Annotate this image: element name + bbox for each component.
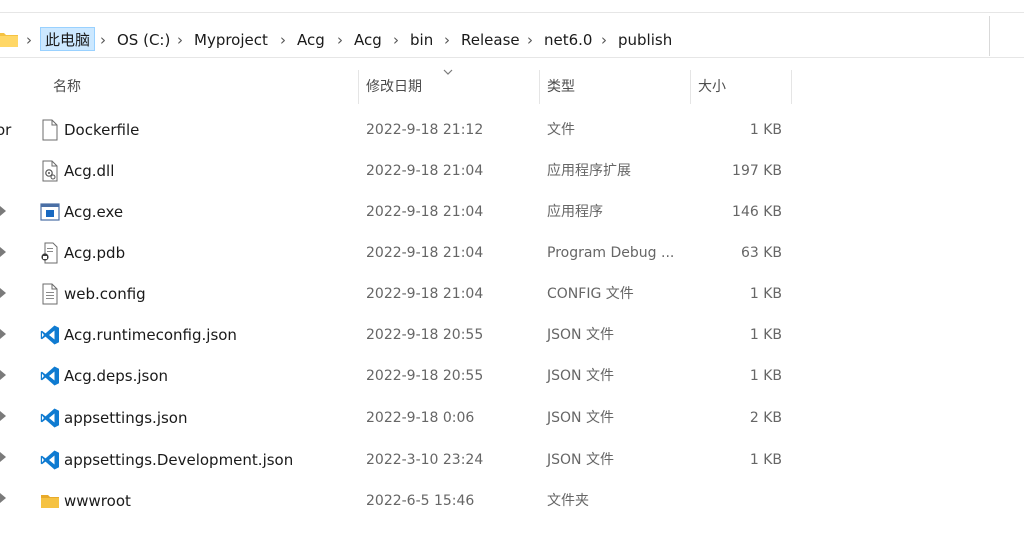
breadcrumb-separator[interactable]: › bbox=[601, 28, 607, 52]
column-divider[interactable] bbox=[791, 70, 792, 104]
file-size: 1 KB bbox=[749, 327, 782, 343]
vscode-json-icon bbox=[40, 408, 59, 428]
breadcrumb-item[interactable]: net6.0 bbox=[544, 28, 592, 52]
file-modified: 2022-9-18 20:55 bbox=[366, 327, 484, 343]
file-modified: 2022-9-18 20:55 bbox=[366, 368, 484, 384]
pin-icon bbox=[0, 452, 6, 462]
dll-file-icon bbox=[42, 160, 58, 182]
file-row[interactable]: wwwroot 2022-6-5 15:46 文件夹 bbox=[34, 480, 794, 520]
folder-icon bbox=[0, 33, 18, 47]
breadcrumb-item[interactable]: bin bbox=[410, 28, 433, 52]
vscode-json-icon bbox=[40, 325, 59, 345]
file-type: 应用程序扩展 bbox=[547, 163, 631, 179]
file-modified: 2022-9-18 21:04 bbox=[366, 204, 484, 220]
pin-icon bbox=[0, 370, 6, 380]
file-row[interactable]: web.config 2022-9-18 21:04 CONFIG 文件 1 K… bbox=[34, 273, 794, 313]
exe-file-icon bbox=[40, 203, 60, 221]
breadcrumb-item[interactable]: Myproject bbox=[194, 28, 268, 52]
file-name[interactable]: Acg.deps.json bbox=[64, 355, 168, 397]
file-row[interactable]: Acg.deps.json 2022-9-18 20:55 JSON 文件 1 … bbox=[34, 355, 794, 395]
breadcrumb-root[interactable]: 此电脑 bbox=[40, 27, 96, 51]
file-modified: 2022-3-10 23:24 bbox=[366, 452, 484, 468]
address-bar[interactable]: › 此电脑 › OS (C:) › Myproject › Acg › Acg … bbox=[0, 12, 1024, 58]
file-type: JSON 文件 bbox=[547, 452, 614, 468]
file-name[interactable]: Acg.exe bbox=[64, 191, 123, 233]
address-box[interactable]: › 此电脑 › OS (C:) › Myproject › Acg › Acg … bbox=[0, 16, 990, 56]
file-modified: 2022-9-18 21:04 bbox=[366, 286, 484, 302]
file-modified: 2022-9-18 21:04 bbox=[366, 245, 484, 261]
column-divider[interactable] bbox=[539, 70, 540, 104]
folder-icon bbox=[41, 495, 59, 508]
file-modified: 2022-9-18 0:06 bbox=[366, 410, 475, 426]
column-header-modified[interactable]: 修改日期 bbox=[366, 68, 422, 104]
file-modified: 2022-9-18 21:12 bbox=[366, 122, 484, 138]
file-row[interactable]: Dockerfile 2022-9-18 21:12 文件 1 KB bbox=[34, 109, 794, 149]
blank-file-icon bbox=[42, 119, 58, 141]
file-size: 1 KB bbox=[749, 368, 782, 384]
breadcrumb-item[interactable]: Acg bbox=[354, 28, 382, 52]
file-type: 文件夹 bbox=[547, 493, 589, 509]
file-type: JSON 文件 bbox=[547, 410, 614, 426]
pin-icon bbox=[0, 411, 6, 421]
column-header-row: 名称 修改日期 类型 大小 bbox=[0, 68, 1024, 104]
pin-icon bbox=[0, 493, 6, 503]
file-modified: 2022-6-5 15:46 bbox=[366, 493, 475, 509]
breadcrumb-separator[interactable]: › bbox=[527, 28, 533, 52]
file-size: 1 KB bbox=[749, 452, 782, 468]
column-divider[interactable] bbox=[358, 70, 359, 104]
file-row[interactable]: Acg.pdb 2022-9-18 21:04 Program Debug ..… bbox=[34, 232, 794, 272]
breadcrumb-separator[interactable]: › bbox=[280, 28, 286, 52]
file-name[interactable]: appsettings.json bbox=[64, 397, 188, 439]
file-name[interactable]: web.config bbox=[64, 273, 146, 315]
vscode-json-icon bbox=[40, 450, 59, 470]
breadcrumb-separator[interactable]: › bbox=[177, 28, 183, 52]
file-row[interactable]: appsettings.Development.json 2022-3-10 2… bbox=[34, 439, 794, 479]
file-type: Program Debug ... bbox=[547, 245, 675, 261]
pin-icon bbox=[0, 288, 6, 298]
file-row[interactable]: Acg.runtimeconfig.json 2022-9-18 20:55 J… bbox=[34, 314, 794, 354]
file-row[interactable]: Acg.dll 2022-9-18 21:04 应用程序扩展 197 KB bbox=[34, 150, 794, 190]
file-type: 文件 bbox=[547, 122, 575, 138]
file-name[interactable]: Dockerfile bbox=[64, 109, 139, 151]
file-size: 1 KB bbox=[749, 286, 782, 302]
navigation-pane[interactable]: or bbox=[0, 58, 14, 549]
file-size: 2 KB bbox=[749, 410, 782, 426]
breadcrumb-item[interactable]: Release bbox=[461, 28, 520, 52]
column-header-name[interactable]: 名称 bbox=[53, 68, 81, 104]
file-name[interactable]: Acg.runtimeconfig.json bbox=[64, 314, 237, 356]
breadcrumb-separator[interactable]: › bbox=[26, 28, 32, 52]
breadcrumb-separator[interactable]: › bbox=[393, 28, 399, 52]
file-type: JSON 文件 bbox=[547, 368, 614, 384]
file-type: CONFIG 文件 bbox=[547, 286, 634, 302]
breadcrumb-item[interactable]: Acg bbox=[297, 28, 325, 52]
pin-icon bbox=[0, 329, 6, 339]
file-name[interactable]: wwwroot bbox=[64, 480, 131, 522]
column-divider[interactable] bbox=[690, 70, 691, 104]
nav-item-label[interactable]: or bbox=[0, 121, 11, 139]
file-name[interactable]: appsettings.Development.json bbox=[64, 439, 293, 481]
file-type: JSON 文件 bbox=[547, 327, 614, 343]
pin-icon bbox=[0, 247, 6, 257]
breadcrumb-separator[interactable]: › bbox=[100, 28, 106, 52]
breadcrumb-item-current[interactable]: publish bbox=[618, 28, 672, 52]
breadcrumb-separator[interactable]: › bbox=[337, 28, 343, 52]
file-size: 63 KB bbox=[740, 245, 782, 261]
pdb-file-icon bbox=[41, 242, 58, 264]
file-type: 应用程序 bbox=[547, 204, 603, 220]
file-size: 146 KB bbox=[732, 204, 782, 220]
file-modified: 2022-9-18 21:04 bbox=[366, 163, 484, 179]
breadcrumb-item[interactable]: OS (C:) bbox=[117, 28, 170, 52]
file-size: 197 KB bbox=[732, 163, 782, 179]
file-row[interactable]: appsettings.json 2022-9-18 0:06 JSON 文件 … bbox=[34, 397, 794, 437]
breadcrumb-separator[interactable]: › bbox=[444, 28, 450, 52]
vscode-json-icon bbox=[40, 366, 59, 386]
file-name[interactable]: Acg.dll bbox=[64, 150, 114, 192]
config-file-icon bbox=[42, 283, 58, 305]
file-size: 1 KB bbox=[749, 122, 782, 138]
pin-icon bbox=[0, 206, 6, 216]
column-header-type[interactable]: 类型 bbox=[547, 68, 575, 104]
file-name[interactable]: Acg.pdb bbox=[64, 232, 125, 274]
column-header-size[interactable]: 大小 bbox=[698, 68, 726, 104]
file-row[interactable]: Acg.exe 2022-9-18 21:04 应用程序 146 KB bbox=[34, 191, 794, 231]
